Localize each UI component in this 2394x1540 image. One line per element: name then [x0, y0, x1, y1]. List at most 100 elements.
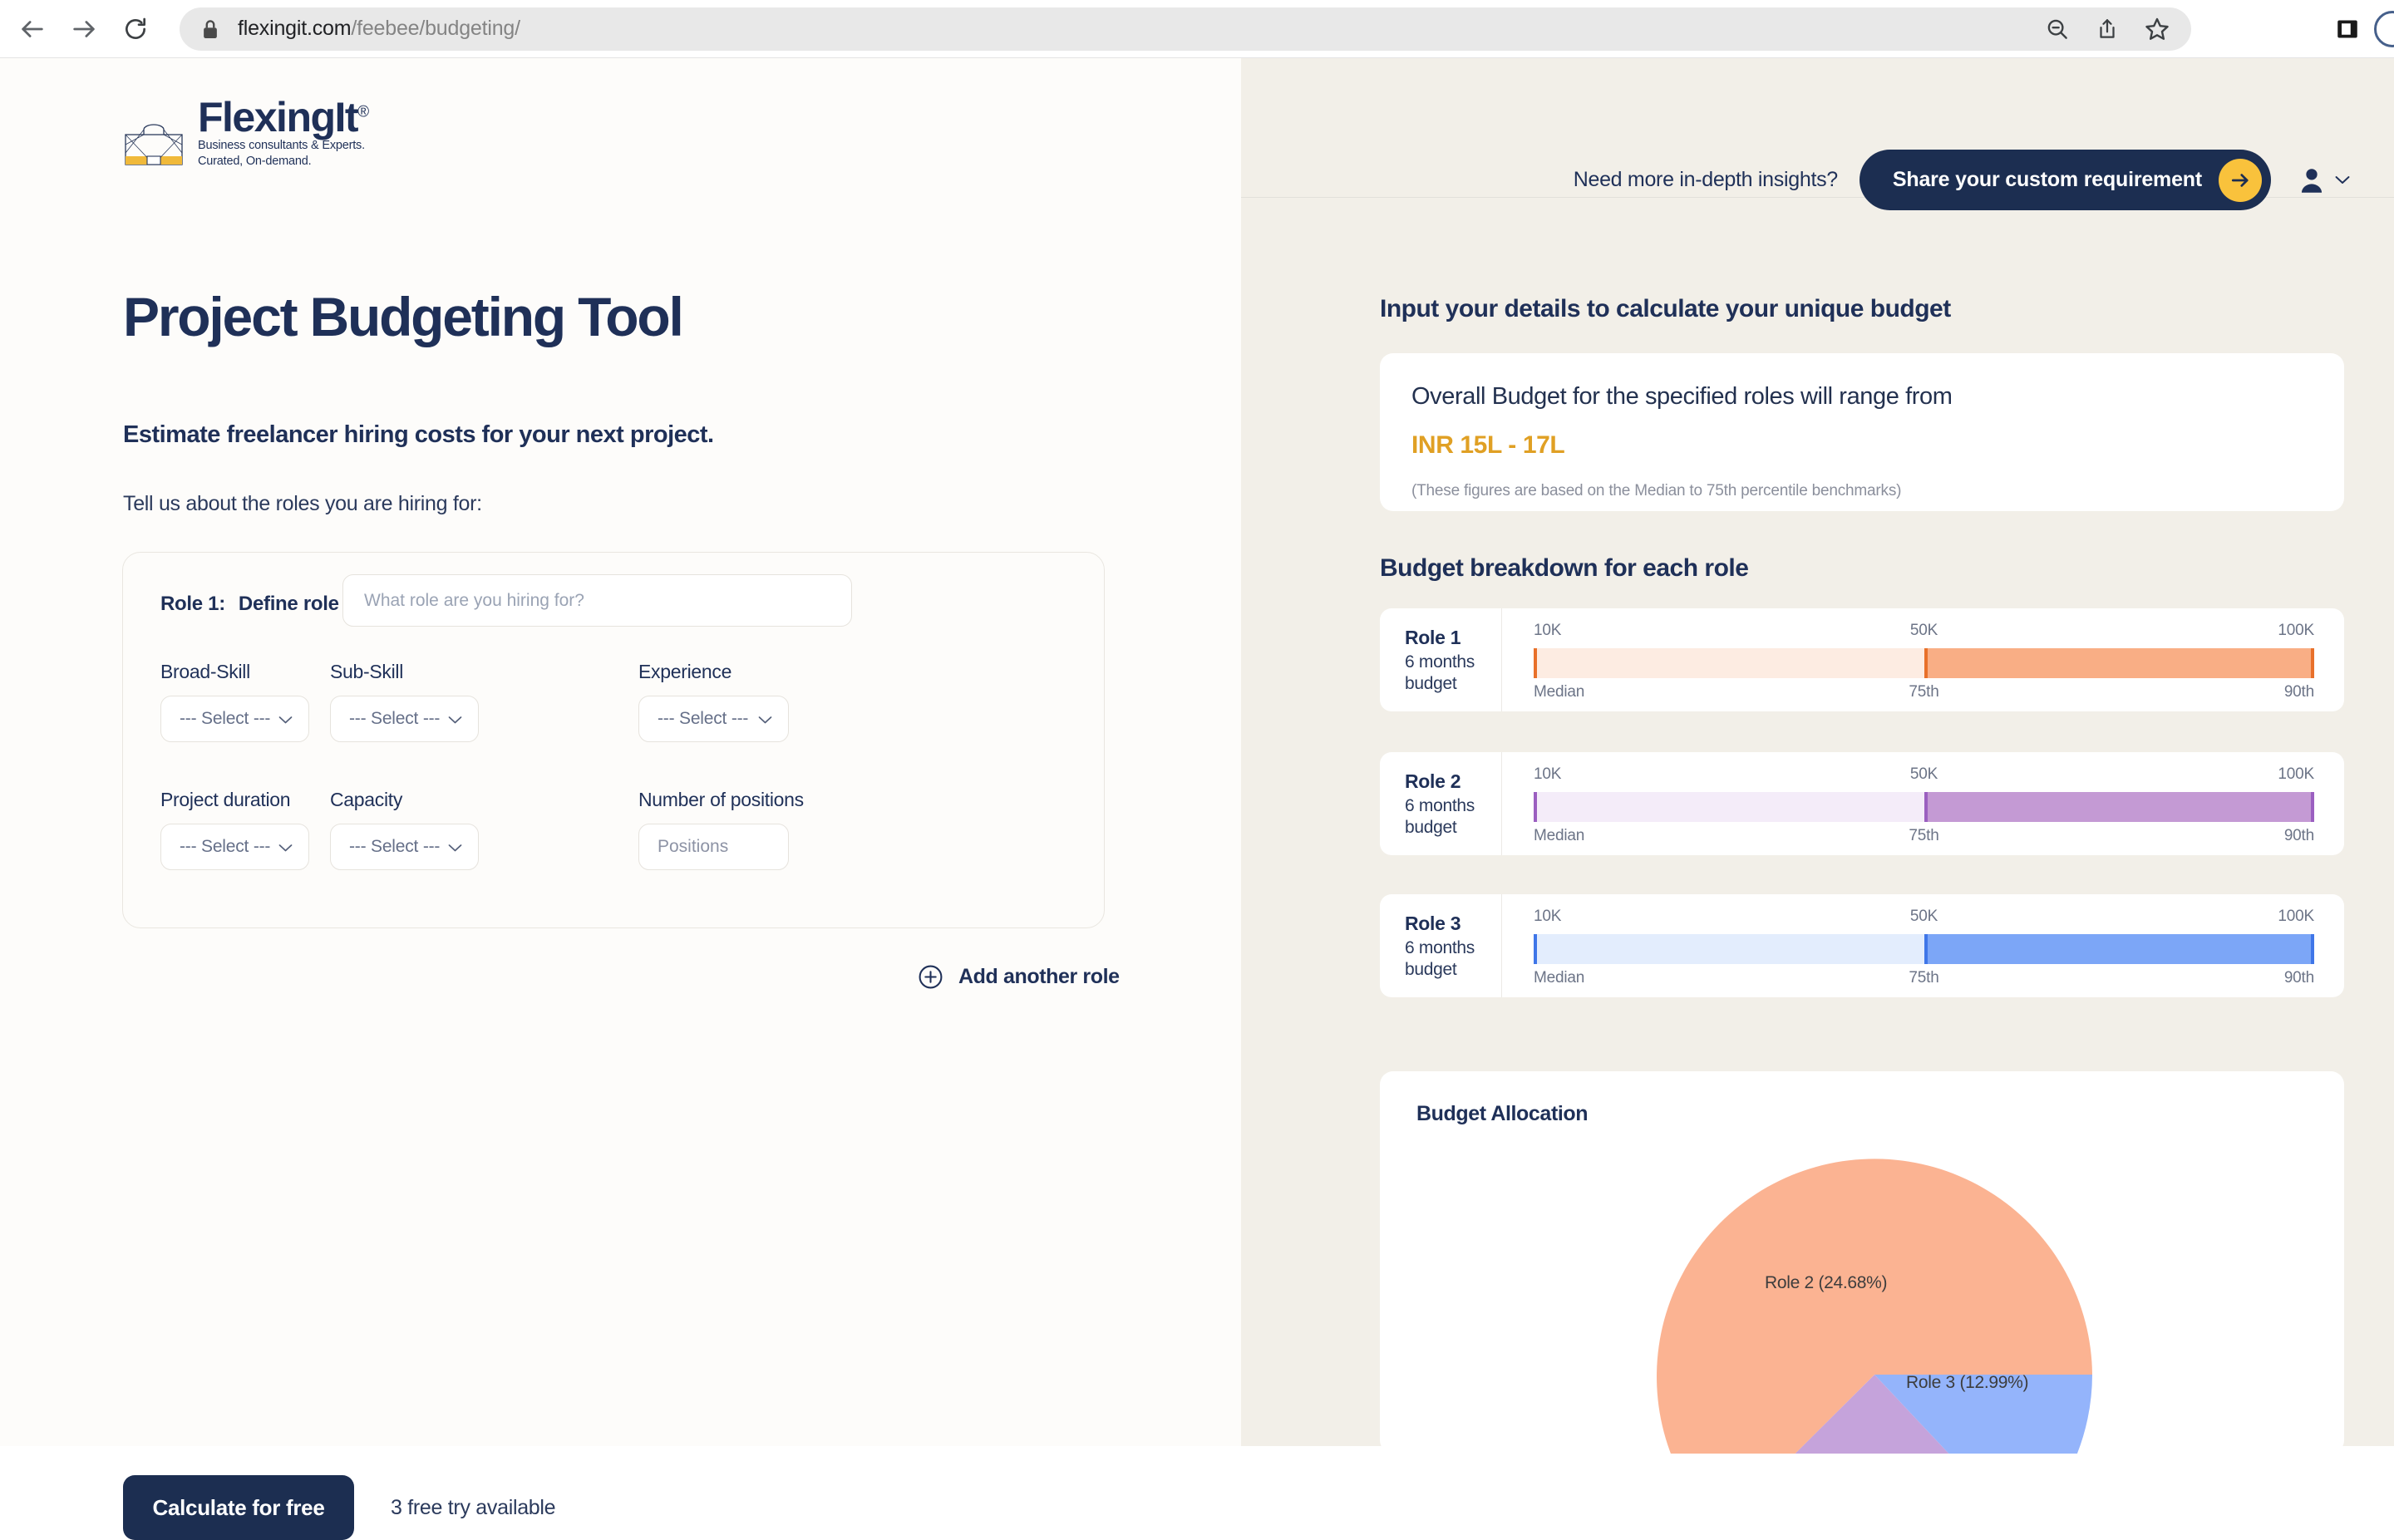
share-requirement-button[interactable]: Share your custom requirement	[1859, 150, 2271, 210]
tick-top-right: 100K	[2278, 908, 2314, 925]
overall-budget-headline: Overall Budget for the specified roles w…	[1411, 383, 1953, 410]
role-bar-duration: 6 months budget	[1405, 652, 1475, 693]
tick-bottom-left: Median	[1534, 969, 1585, 986]
lock-icon	[201, 18, 219, 40]
tick-top-mid: 50K	[1909, 908, 1938, 925]
budget-allocation-card: Budget Allocation Role 2 (24.68%) Role 3…	[1380, 1071, 2344, 1454]
bookmark-star-icon[interactable]	[2135, 7, 2180, 51]
user-account-menu[interactable]	[2299, 167, 2351, 194]
role-bar-marker-end	[2311, 648, 2314, 678]
role-bar-top-ticks: 10K 50K 100K	[1534, 765, 2314, 784]
tick-bottom-mid: 75th	[1909, 969, 1939, 986]
role-header: Role 1: Define role	[160, 593, 339, 616]
field-label-capacity: Capacity	[330, 789, 403, 810]
share-requirement-label: Share your custom requirement	[1892, 168, 2202, 191]
field-label-number-of-positions: Number of positions	[638, 789, 804, 810]
zoom-out-icon[interactable]	[2035, 7, 2080, 51]
role-bar-label: Role 2 6 months budget	[1380, 752, 1502, 855]
breakdown-title: Budget breakdown for each role	[1380, 554, 1749, 582]
field-capacity: Capacity --- Select ---	[330, 789, 479, 870]
role-bar-chart: 10K 50K 100K Median 75th 90th	[1502, 608, 2344, 711]
add-another-role-label: Add another role	[958, 965, 1120, 988]
overall-budget-amount: INR 15L - 17L	[1411, 431, 1565, 459]
tick-top-right: 100K	[2278, 765, 2314, 783]
role-bar-marker-start	[1534, 934, 1537, 964]
field-experience: Experience --- Select ---	[638, 661, 789, 742]
role-bar-marker-mid	[1924, 792, 1928, 822]
logo-tagline: Business consultants & Experts. Curated,…	[198, 138, 365, 168]
role-bar-top-ticks: 10K 50K 100K	[1534, 622, 2314, 640]
share-icon[interactable]	[2085, 7, 2130, 51]
sub-skill-select[interactable]: --- Select ---	[330, 696, 479, 742]
role-bar-segment-median-75th	[1534, 792, 1924, 822]
header-actions: Need more in-depth insights? Share your …	[1574, 150, 2351, 210]
chevron-down-icon	[757, 714, 773, 724]
calculate-for-free-button[interactable]: Calculate for free	[123, 1475, 354, 1540]
role-bar-marker-end	[2311, 934, 2314, 964]
roles-prompt: Tell us about the roles you are hiring f…	[123, 492, 482, 515]
chevron-down-icon	[278, 714, 293, 724]
capacity-select[interactable]: --- Select ---	[330, 824, 479, 870]
project-duration-select[interactable]: --- Select ---	[160, 824, 309, 870]
chevron-down-icon	[2334, 175, 2351, 185]
pie-label-role3: Role 3 (12.99%)	[1906, 1373, 2029, 1392]
overall-budget-card: Overall Budget for the specified roles w…	[1380, 353, 2344, 511]
site-logo[interactable]: FlexingIt® Business consultants & Expert…	[121, 96, 370, 171]
field-label-sub-skill: Sub-Skill	[330, 661, 404, 682]
chevron-down-icon	[447, 842, 463, 852]
overall-budget-note: (These figures are based on the Median t…	[1411, 482, 1902, 499]
role-bar-segment-75th-90th	[1924, 934, 2314, 964]
field-number-of-positions: Number of positions	[638, 789, 804, 870]
page-title: Project Budgeting Tool	[123, 286, 684, 347]
role-bar-marker-start	[1534, 792, 1537, 822]
role-number-label: Role 1:	[160, 593, 225, 615]
address-bar[interactable]: flexingit.com/feebee/budgeting/	[180, 7, 2191, 51]
tick-top-left: 10K	[1534, 908, 1562, 925]
role-form-card: Role 1: Define role Broad-Skill --- Sele…	[122, 552, 1105, 928]
tick-top-mid: 50K	[1909, 765, 1938, 783]
budget-allocation-pie: Role 2 (24.68%) Role 3 (12.99%)	[1650, 1150, 2099, 1454]
role-bar-bottom-ticks: Median 75th 90th	[1534, 827, 2314, 845]
broad-skill-select[interactable]: --- Select ---	[160, 696, 309, 742]
profile-avatar-icon[interactable]	[2374, 11, 2394, 47]
url-path: /feebee/budgeting/	[351, 17, 520, 40]
forward-arrow-icon[interactable]	[58, 3, 110, 55]
insights-prompt: Need more in-depth insights?	[1573, 168, 1838, 191]
role-bar-chart: 10K 50K 100K Median 75th 90th	[1502, 752, 2344, 855]
add-another-role-button[interactable]: Add another role	[918, 964, 1120, 990]
reload-icon[interactable]	[110, 3, 161, 55]
role-bar-segment-median-75th	[1534, 648, 1924, 678]
calculate-row: Calculate for free 3 free try available	[123, 1475, 556, 1540]
field-broad-skill: Broad-Skill --- Select ---	[160, 661, 309, 742]
capacity-value: --- Select ---	[349, 837, 441, 856]
project-duration-value: --- Select ---	[180, 837, 271, 856]
chevron-down-icon	[278, 842, 293, 852]
url-text: flexingit.com/feebee/budgeting/	[238, 17, 520, 41]
tick-bottom-left: Median	[1534, 827, 1585, 844]
role-bar-marker-start	[1534, 648, 1537, 678]
registered-mark: ®	[357, 103, 370, 121]
broad-skill-value: --- Select ---	[180, 709, 271, 728]
role-bar-segment-median-75th	[1534, 934, 1924, 964]
positions-input[interactable]	[638, 824, 789, 870]
role-budget-row: Role 2 6 months budget 10K 50K 100K Medi…	[1380, 752, 2344, 855]
field-project-duration: Project duration --- Select ---	[160, 789, 309, 870]
back-arrow-icon[interactable]	[7, 3, 58, 55]
browser-nav-buttons	[0, 3, 161, 55]
role-bar-bottom-ticks: Median 75th 90th	[1534, 683, 2314, 701]
user-avatar-icon	[2299, 167, 2324, 194]
logo-text: FlexingIt® Business consultants & Expert…	[198, 96, 370, 171]
role-title-input[interactable]	[342, 574, 852, 627]
tick-top-left: 10K	[1534, 622, 1562, 639]
tick-bottom-mid: 75th	[1909, 827, 1939, 844]
tick-bottom-right: 90th	[2283, 683, 2314, 701]
sidebar-toggle-icon[interactable]	[2324, 0, 2371, 58]
tick-top-right: 100K	[2278, 622, 2314, 639]
role-bar-marker-mid	[1924, 648, 1928, 678]
role-bar-name: Role 1	[1405, 627, 1461, 649]
role-bar-marker-mid	[1924, 934, 1928, 964]
arrow-right-icon	[2219, 158, 2262, 202]
url-domain: flexingit.com	[238, 17, 352, 40]
experience-select[interactable]: --- Select ---	[638, 696, 789, 742]
tick-bottom-mid: 75th	[1909, 683, 1939, 701]
